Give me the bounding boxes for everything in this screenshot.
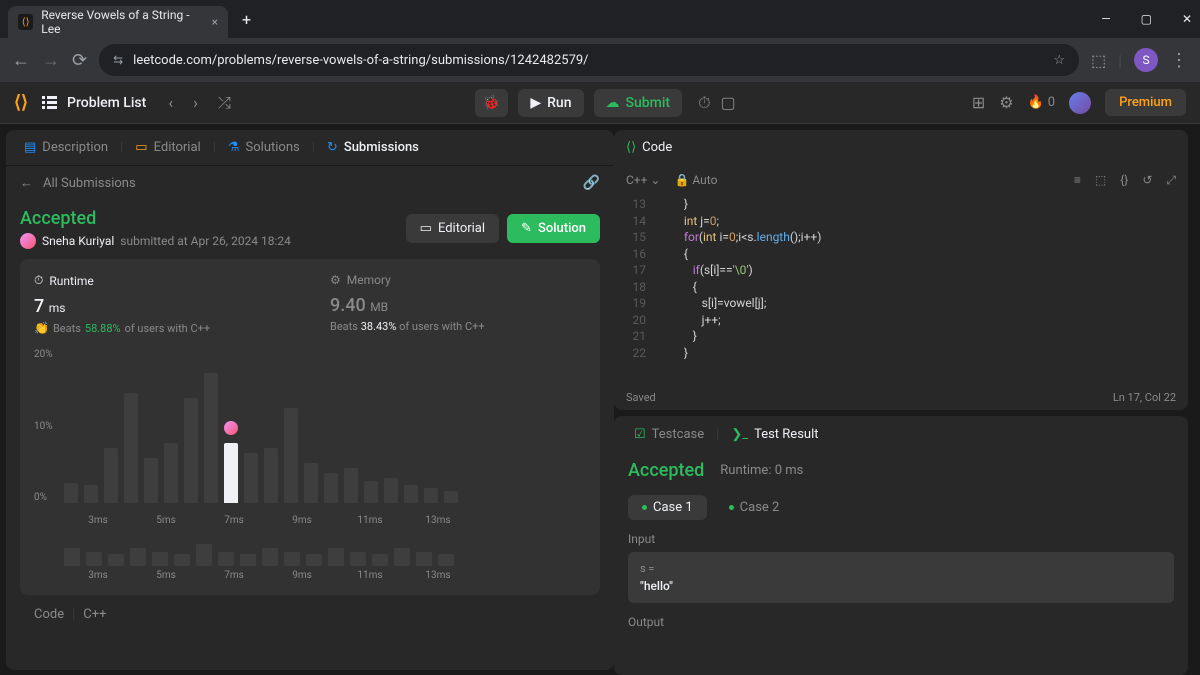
flask-icon: ⚗: [228, 140, 240, 155]
extensions-icon[interactable]: ⬚: [1091, 51, 1106, 70]
editorial-button[interactable]: ▭Editorial: [406, 214, 499, 243]
close-tab-icon[interactable]: ×: [212, 15, 218, 29]
all-submissions-back[interactable]: ← All Submissions: [20, 175, 136, 191]
author-row: Sneha Kuriyal submitted at Apr 26, 2024 …: [20, 233, 291, 249]
braces-icon[interactable]: {}: [1120, 173, 1128, 187]
chip-icon: ⚙: [330, 273, 341, 287]
code-footer: Code|C++: [20, 595, 600, 634]
streak-counter[interactable]: 🔥0: [1028, 95, 1056, 110]
input-label: Input: [628, 532, 1174, 546]
star-icon[interactable]: ☆: [1053, 53, 1065, 68]
menu-icon[interactable]: ⋮: [1170, 50, 1188, 71]
link-icon[interactable]: 🔗: [583, 175, 600, 191]
bookmark-icon[interactable]: ⬚: [1095, 173, 1106, 187]
stats-card: ⏱Runtime 7 ms 👏Beats 58.88% of users wit…: [20, 259, 600, 595]
case-2-tab[interactable]: Case 2: [715, 495, 794, 520]
tab-solutions[interactable]: ⚗Solutions: [220, 136, 308, 159]
leetcode-favicon: ⟨⟩: [18, 14, 33, 30]
book-icon: ▭: [420, 221, 432, 236]
output-label: Output: [628, 615, 1174, 629]
problem-list-button[interactable]: Problem List: [42, 95, 146, 111]
left-tabs: ▤Description | ▭Editorial | ⚗Solutions |…: [6, 130, 614, 166]
author-avatar[interactable]: [20, 233, 36, 249]
code-icon: ⟨⟩: [626, 140, 636, 155]
url-input[interactable]: ⇆ leetcode.com/problems/reverse-vowels-o…: [99, 44, 1079, 76]
bug-icon: 🐞: [483, 95, 500, 111]
edit-icon: ✎: [521, 221, 532, 236]
debug-button[interactable]: 🐞: [475, 89, 508, 117]
new-tab-icon[interactable]: +: [242, 10, 251, 29]
user-avatar[interactable]: [1069, 92, 1091, 114]
back-icon[interactable]: ←: [12, 50, 30, 71]
format-icon[interactable]: ≡: [1074, 173, 1081, 187]
browser-titlebar: ⟨⟩ Reverse Vowels of a String - Lee × + …: [0, 0, 1200, 38]
test-status: Accepted: [628, 460, 704, 481]
clap-icon: 👏: [34, 321, 49, 335]
next-problem-icon[interactable]: ›: [185, 89, 206, 117]
runtime-stat[interactable]: ⏱Runtime 7 ms 👏Beats 58.88% of users wit…: [34, 273, 290, 335]
testresult-pane: ☑Testcase | ❯_Test Result Accepted Runti…: [614, 416, 1188, 675]
url-text: leetcode.com/problems/reverse-vowels-of-…: [133, 53, 588, 68]
tab-editorial[interactable]: ▭Editorial: [127, 136, 208, 159]
notes-icon[interactable]: ▢: [721, 93, 736, 112]
cloud-upload-icon: ☁: [606, 95, 620, 111]
test-runtime: Runtime: 0 ms: [720, 463, 803, 478]
leetcode-logo-icon[interactable]: ⟨⟩: [14, 92, 28, 113]
submit-button[interactable]: ☁Submit: [594, 89, 683, 117]
timer-icon[interactable]: ⏱: [698, 93, 710, 113]
submission-status: Accepted: [20, 208, 291, 229]
address-bar: ← → ⟳ ⇆ leetcode.com/problems/reverse-vo…: [0, 38, 1200, 82]
auto-toggle[interactable]: 🔒 Auto: [674, 173, 717, 187]
clock-icon: ⏱: [34, 273, 43, 288]
tab-submissions[interactable]: ↻Submissions: [319, 136, 427, 159]
dashboard-icon[interactable]: ⊞: [972, 93, 985, 112]
reload-icon[interactable]: ⟳: [72, 50, 87, 71]
maximize-icon[interactable]: ▢: [1141, 12, 1152, 26]
book-icon: ▭: [135, 140, 147, 155]
tab-testcase[interactable]: ☑Testcase: [626, 423, 712, 446]
arrow-left-icon: ←: [20, 175, 33, 191]
settings-icon[interactable]: ⚙: [999, 93, 1013, 112]
memory-stat[interactable]: ⚙Memory 9.40 MB Beats 38.43% of users wi…: [330, 273, 586, 335]
shuffle-icon[interactable]: ⤮: [210, 89, 239, 117]
prev-problem-icon[interactable]: ‹: [160, 89, 181, 117]
clock-icon: ↻: [327, 140, 338, 155]
save-status: Saved: [626, 391, 656, 404]
premium-button[interactable]: Premium: [1105, 89, 1186, 116]
code-editor[interactable]: 13141516171819202122 } int j=0; for(int …: [614, 196, 1188, 384]
tab-description[interactable]: ▤Description: [16, 136, 116, 159]
language-select[interactable]: C++ ⌄: [626, 173, 660, 187]
minimize-icon[interactable]: —: [1101, 12, 1110, 26]
close-window-icon[interactable]: ✕: [1182, 12, 1192, 26]
chevron-down-icon: ⌄: [650, 173, 660, 187]
runtime-distribution-chart: 20%10%0%: [34, 349, 586, 509]
reset-icon[interactable]: ↺: [1142, 173, 1152, 187]
input-value-box: s = "hello": [628, 552, 1174, 603]
terminal-icon: ❯_: [731, 427, 748, 442]
mini-chart: [34, 536, 586, 566]
run-button[interactable]: ▶Run: [518, 89, 583, 117]
site-info-icon[interactable]: ⇆: [113, 53, 123, 67]
code-pane: ⟨⟩Code C++ ⌄ 🔒 Auto ≡ ⬚ {} ↺ ⤢ 131415161…: [614, 130, 1188, 410]
case-1-tab[interactable]: Case 1: [628, 495, 707, 520]
check-icon: ☑: [634, 427, 646, 442]
lock-icon: 🔒: [674, 173, 689, 187]
forward-icon[interactable]: →: [42, 50, 60, 71]
tab-testresult[interactable]: ❯_Test Result: [723, 423, 826, 446]
fire-icon: 🔥: [1028, 95, 1044, 110]
document-icon: ▤: [24, 140, 36, 155]
solution-button[interactable]: ✎Solution: [507, 214, 600, 243]
tab-title: Reverse Vowels of a String - Lee: [41, 8, 203, 36]
leetcode-toolbar: ⟨⟩ Problem List ‹ › ⤮ 🐞 ▶Run ☁Submit ⏱ ▢…: [0, 82, 1200, 124]
fullscreen-icon[interactable]: ⤢: [1166, 173, 1176, 188]
cursor-position: Ln 17, Col 22: [1113, 391, 1176, 404]
list-icon: [42, 96, 57, 109]
play-icon: ▶: [530, 95, 541, 111]
browser-tab[interactable]: ⟨⟩ Reverse Vowels of a String - Lee ×: [8, 6, 228, 38]
profile-avatar[interactable]: S: [1134, 48, 1158, 72]
